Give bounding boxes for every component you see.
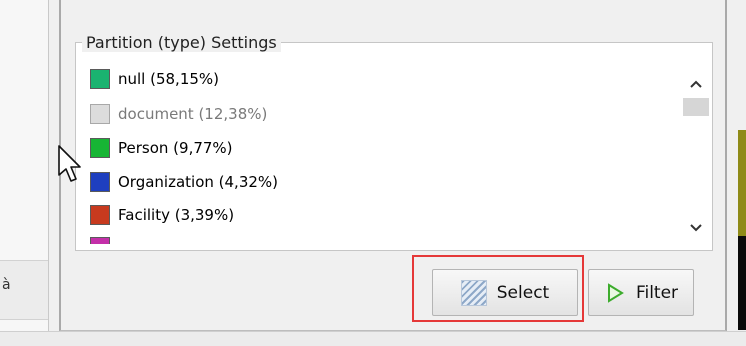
scroll-thumb[interactable] <box>683 98 709 116</box>
color-swatch[interactable] <box>90 205 110 225</box>
color-swatch[interactable] <box>90 104 110 124</box>
left-pane: à <box>0 0 49 345</box>
list-item-organization[interactable]: Organization (4,32%) <box>90 170 278 194</box>
status-bar <box>0 331 746 346</box>
left-tab-label: à <box>2 277 11 293</box>
select-button-label: Select <box>496 282 550 303</box>
left-tab[interactable]: à <box>0 260 48 320</box>
select-button[interactable]: Select <box>432 269 578 316</box>
list-scrollbar[interactable] <box>679 60 712 244</box>
hatch-icon <box>460 279 487 306</box>
list-item-label: document (12,38%) <box>118 105 268 123</box>
list-item-partial[interactable] <box>90 235 118 244</box>
color-swatch[interactable] <box>90 237 110 244</box>
color-swatch[interactable] <box>90 138 110 158</box>
right-edge <box>738 0 746 345</box>
color-swatch[interactable] <box>90 69 110 89</box>
right-edge-olive-area <box>738 130 746 236</box>
group-title: Partition (type) Settings <box>82 33 281 52</box>
chevron-down-icon[interactable] <box>679 216 712 240</box>
right-edge-dark-area <box>738 236 746 330</box>
filter-button-label: Filter <box>635 282 679 303</box>
mouse-cursor-icon <box>58 145 81 182</box>
filter-button[interactable]: Filter <box>588 269 694 316</box>
list-item-label: null (58,15%) <box>118 70 220 88</box>
list-item-document[interactable]: document (12,38%) <box>90 102 267 126</box>
list-item-null[interactable]: null (58,15%) <box>90 67 219 91</box>
play-icon <box>607 282 624 303</box>
chevron-up-icon[interactable] <box>679 72 712 96</box>
list-item-person[interactable]: Person (9,77%) <box>90 136 233 160</box>
list-item-label: Person (9,77%) <box>118 139 233 157</box>
color-swatch[interactable] <box>90 172 110 192</box>
list-item-label: Facility (3,39%) <box>118 206 235 224</box>
list-item-label: Organization (4,32%) <box>118 173 279 191</box>
list-item-facility[interactable]: Facility (3,39%) <box>90 203 234 227</box>
partition-list[interactable]: null (58,15%) document (12,38%) Person (… <box>85 60 712 244</box>
